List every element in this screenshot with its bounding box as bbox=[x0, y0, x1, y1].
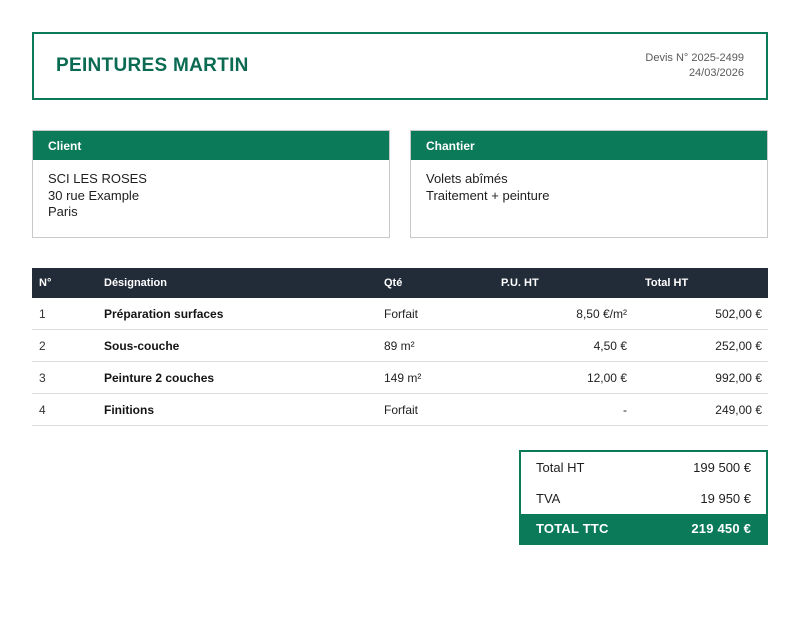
col-header-qty: Qté bbox=[377, 277, 477, 289]
chantier-line: Volets abîmés bbox=[426, 171, 752, 188]
cell-qty: 89 m² bbox=[377, 339, 477, 353]
client-line: Paris bbox=[48, 204, 374, 221]
chantier-box-title: Chantier bbox=[411, 131, 767, 160]
table-row: 2 Sous-couche 89 m² 4,50 € 252,00 € bbox=[32, 330, 768, 362]
totals-box: Total HT 199 500 € TVA 19 950 € TOTAL TT… bbox=[519, 450, 768, 545]
tva-row: TVA 19 950 € bbox=[521, 483, 766, 514]
cell-num: 1 bbox=[32, 307, 97, 321]
cell-pu-ht: 4,50 € bbox=[477, 339, 627, 353]
items-table: N° Désignation Qté P.U. HT Total HT 1 Pr… bbox=[32, 268, 768, 426]
cell-qty: Forfait bbox=[377, 403, 477, 417]
col-header-designation: Désignation bbox=[97, 277, 377, 289]
cell-designation: Finitions bbox=[97, 403, 377, 417]
devis-meta: Devis N° 2025-2499 24/03/2026 bbox=[645, 51, 744, 81]
header: PEINTURES MARTIN Devis N° 2025-2499 24/0… bbox=[32, 32, 768, 100]
total-ttc-label: TOTAL TTC bbox=[536, 521, 609, 536]
table-row: 1 Préparation surfaces Forfait 8,50 €/m²… bbox=[32, 298, 768, 330]
table-row: 4 Finitions Forfait - 249,00 € bbox=[32, 394, 768, 426]
cell-num: 2 bbox=[32, 339, 97, 353]
total-ttc-row: TOTAL TTC 219 450 € bbox=[521, 514, 766, 543]
col-header-total-ht: Total HT bbox=[627, 277, 768, 289]
total-ht-label: Total HT bbox=[536, 460, 584, 475]
table-header-row: N° Désignation Qté P.U. HT Total HT bbox=[32, 268, 768, 298]
devis-page: PEINTURES MARTIN Devis N° 2025-2499 24/0… bbox=[0, 0, 800, 627]
client-line: SCI LES ROSES bbox=[48, 171, 374, 188]
total-ht-row: Total HT 199 500 € bbox=[521, 452, 766, 483]
cell-designation: Sous-couche bbox=[97, 339, 377, 353]
col-header-num: N° bbox=[32, 277, 97, 289]
cell-designation: Préparation surfaces bbox=[97, 307, 377, 321]
total-ttc-value: 219 450 € bbox=[691, 521, 751, 536]
cell-pu-ht: - bbox=[477, 403, 627, 417]
info-row: Client SCI LES ROSES 30 rue Example Pari… bbox=[32, 130, 768, 238]
total-ht-value: 199 500 € bbox=[693, 460, 751, 475]
cell-total-ht: 502,00 € bbox=[627, 307, 768, 321]
cell-total-ht: 252,00 € bbox=[627, 339, 768, 353]
devis-number: Devis N° 2025-2499 bbox=[645, 51, 744, 66]
cell-pu-ht: 8,50 €/m² bbox=[477, 307, 627, 321]
tva-value: 19 950 € bbox=[700, 491, 751, 506]
cell-total-ht: 992,00 € bbox=[627, 371, 768, 385]
client-box-body: SCI LES ROSES 30 rue Example Paris bbox=[33, 160, 389, 237]
table-row: 3 Peinture 2 couches 149 m² 12,00 € 992,… bbox=[32, 362, 768, 394]
chantier-box: Chantier Volets abîmés Traitement + pein… bbox=[410, 130, 768, 238]
cell-designation: Peinture 2 couches bbox=[97, 371, 377, 385]
cell-pu-ht: 12,00 € bbox=[477, 371, 627, 385]
cell-qty: Forfait bbox=[377, 307, 477, 321]
cell-num: 3 bbox=[32, 371, 97, 385]
chantier-line: Traitement + peinture bbox=[426, 188, 752, 205]
cell-qty: 149 m² bbox=[377, 371, 477, 385]
cell-num: 4 bbox=[32, 403, 97, 417]
devis-date: 24/03/2026 bbox=[645, 66, 744, 81]
chantier-box-body: Volets abîmés Traitement + peinture bbox=[411, 160, 767, 237]
company-name: PEINTURES MARTIN bbox=[56, 55, 249, 77]
client-line: 30 rue Example bbox=[48, 188, 374, 205]
col-header-pu-ht: P.U. HT bbox=[477, 277, 627, 289]
tva-label: TVA bbox=[536, 491, 560, 506]
client-box-title: Client bbox=[33, 131, 389, 160]
client-box: Client SCI LES ROSES 30 rue Example Pari… bbox=[32, 130, 390, 238]
cell-total-ht: 249,00 € bbox=[627, 403, 768, 417]
